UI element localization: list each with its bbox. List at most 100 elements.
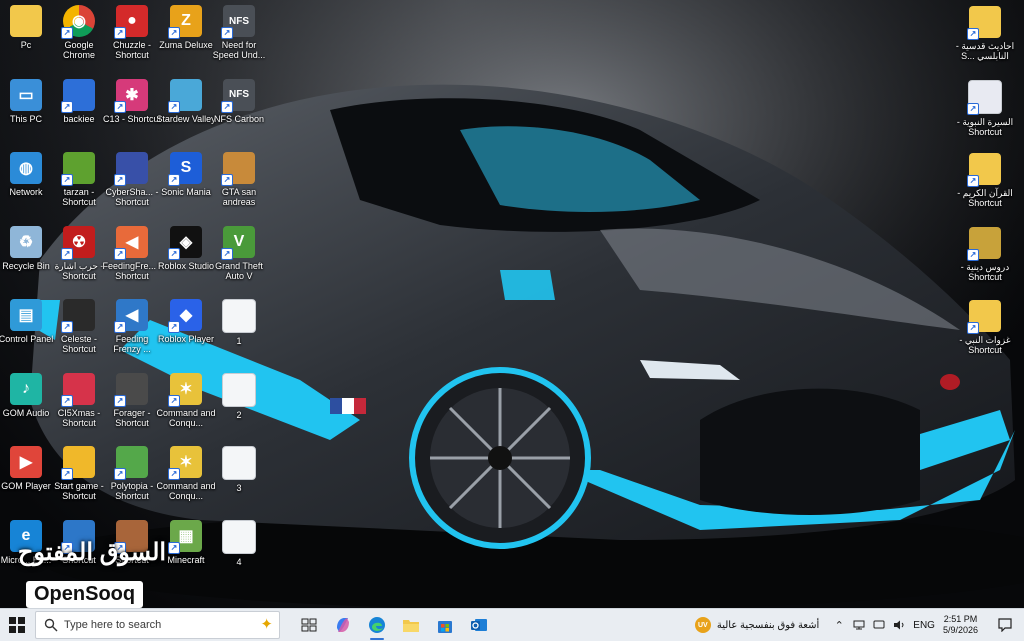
shortcut-arrow-icon: ↗ bbox=[168, 468, 180, 480]
nfs-underground-icon[interactable]: NFS ↗ Need for Speed Und... bbox=[212, 5, 266, 60]
recycle-bin-icon: ♻ bbox=[10, 225, 42, 258]
file-icon bbox=[222, 446, 256, 480]
network-icon[interactable]: ◍ Network bbox=[0, 152, 53, 197]
forager-icon[interactable]: ↗ Forager - Shortcut bbox=[105, 372, 159, 428]
quran-icon[interactable]: ↗ القرآن الكريم - Shortcut bbox=[957, 153, 1013, 208]
monitor-icon: ▭ bbox=[10, 78, 42, 111]
icon-label: CyberSha... - Shortcut bbox=[105, 187, 159, 207]
war-game-icon[interactable]: ☢ ↗ حرب اشارة - Shortcut bbox=[52, 225, 106, 281]
icon-label: Feeding Frenzy ... bbox=[113, 334, 151, 354]
nfs-carbon-icon[interactable]: NFS ↗ NFS Carbon bbox=[212, 78, 266, 124]
outlook-button[interactable] bbox=[462, 609, 496, 641]
start-button[interactable] bbox=[0, 609, 34, 641]
feeding-frenzy-1-icon[interactable]: ◀ ↗ FeedingFre... - Shortcut bbox=[102, 225, 162, 281]
language-indicator[interactable]: ENG bbox=[913, 620, 935, 631]
chuzzle-icon[interactable]: ● ↗ Chuzzle - Shortcut bbox=[105, 5, 159, 60]
feeding-frenzy-2-icon[interactable]: ◀ ↗ Feeding Frenzy ... bbox=[105, 299, 159, 354]
fish2-icon: ◀ ↗ bbox=[114, 299, 148, 333]
tarzan-icon[interactable]: ↗ tarzan - Shortcut bbox=[52, 152, 106, 207]
pc-icon[interactable]: Pc bbox=[0, 5, 53, 50]
shortcut-arrow-icon: ↗ bbox=[61, 100, 73, 113]
gom-player-icon[interactable]: ▶ GOM Player bbox=[0, 446, 53, 491]
shortcut-arrow-icon: ↗ bbox=[221, 27, 233, 39]
seerah-icon[interactable]: ↗ السيرة النبوية - Shortcut bbox=[957, 79, 1013, 137]
shortcut-arrow-icon: ↗ bbox=[168, 321, 180, 333]
chevron-up-icon[interactable]: ⌃ bbox=[831, 617, 847, 633]
icon-label: NFS Carbon bbox=[213, 113, 265, 124]
copilot-button[interactable] bbox=[326, 609, 360, 641]
shortcut-arrow-icon: ↗ bbox=[221, 247, 233, 260]
search-placeholder: Type here to search bbox=[64, 619, 162, 631]
google-chrome-icon[interactable]: ◉ ↗ Google Chrome bbox=[52, 5, 106, 60]
chrome-icon: ◉ ↗ bbox=[61, 5, 95, 39]
sonic-mania-icon[interactable]: S ↗ Sonic Mania bbox=[159, 152, 213, 197]
network-tray-icon[interactable] bbox=[851, 617, 867, 633]
command-conquer-1-icon[interactable]: ✶ ↗ Command and Conqu... bbox=[156, 372, 216, 428]
file-1-icon[interactable]: 1 bbox=[212, 299, 266, 346]
icon-label: 4 bbox=[236, 556, 242, 567]
task-view-button[interactable] bbox=[292, 609, 326, 641]
ci5xmas-icon[interactable]: ↗ CI5Xmas - Shortcut bbox=[52, 372, 106, 428]
gta-v-icon: V ↗ bbox=[221, 225, 255, 260]
search-highlight-icon[interactable]: ✦ bbox=[260, 615, 273, 633]
c13-icon[interactable]: ✱ ↗ C13 - Shortcut bbox=[103, 78, 161, 124]
shortcut-arrow-icon: ↗ bbox=[168, 394, 180, 407]
clock[interactable]: 2:51 PM 5/9/2026 bbox=[943, 614, 978, 636]
clock-time: 2:51 PM bbox=[943, 614, 978, 624]
tarzan-icon: ↗ bbox=[61, 152, 95, 186]
icon-label: 2 bbox=[236, 409, 242, 420]
battles-icon[interactable]: ↗ غزوات النبي - Shortcut bbox=[958, 300, 1012, 355]
file-2-icon[interactable]: 2 bbox=[212, 372, 266, 420]
notification-button[interactable] bbox=[992, 618, 1018, 632]
icon-label: Polytopia - Shortcut bbox=[110, 481, 154, 501]
stardew-valley-icon[interactable]: ↗ Stardew Valley bbox=[156, 78, 216, 124]
shortcut-arrow-icon: ↗ bbox=[967, 175, 979, 187]
hadith-qudsi-icon[interactable]: ↗ احاديث قدسية - النابلسي ...S bbox=[956, 6, 1014, 61]
folder-dark-icon: ↗ bbox=[967, 226, 1001, 261]
gta-v-icon[interactable]: V ↗ Grand Theft Auto V bbox=[212, 225, 266, 281]
zuma-deluxe-icon[interactable]: Z ↗ Zuma Deluxe bbox=[159, 5, 213, 50]
recycle-bin-icon[interactable]: ♻ Recycle Bin bbox=[0, 225, 53, 271]
shortcut-arrow-icon: ↗ bbox=[114, 174, 126, 186]
nfs-icon: NFS ↗ bbox=[221, 78, 255, 113]
weather-widget[interactable]: UV أشعة فوق بنفسجية عالية bbox=[694, 617, 819, 633]
celeste-icon[interactable]: ↗ Celeste - Shortcut bbox=[52, 299, 106, 354]
shortcut-arrow-icon: ↗ bbox=[221, 174, 233, 186]
lessons-icon[interactable]: ↗ دروس دينية - Shortcut bbox=[958, 226, 1012, 282]
gom-audio-icon[interactable]: ♪ GOM Audio bbox=[0, 372, 53, 418]
file-4-icon[interactable]: 4 bbox=[212, 519, 266, 567]
radiation-icon: ☢ ↗ bbox=[61, 225, 95, 260]
roblox-player-icon: ◆ ↗ bbox=[168, 299, 202, 333]
icon-label: Need for Speed Und... bbox=[212, 40, 266, 60]
shortcut-arrow-icon: ↗ bbox=[168, 247, 180, 260]
backiee-icon[interactable]: ↗ backiee bbox=[52, 78, 106, 124]
file-icon bbox=[222, 299, 256, 333]
polytopia-icon[interactable]: ↗ Polytopia - Shortcut bbox=[105, 446, 159, 501]
folder-icon: ↗ bbox=[967, 6, 1001, 40]
shortcut-arrow-icon: ↗ bbox=[967, 248, 979, 261]
display-tray-icon[interactable] bbox=[871, 617, 887, 633]
this-pc-icon[interactable]: ▭ This PC bbox=[0, 78, 53, 124]
gta-san-andreas-icon[interactable]: ↗ GTA san andreas bbox=[212, 152, 266, 207]
edge-icon bbox=[369, 617, 385, 633]
gta-sa-icon: ↗ bbox=[221, 152, 255, 186]
taskbar-search-box[interactable]: Type here to search ✦ bbox=[35, 611, 280, 639]
control-panel-icon[interactable]: ▤ Control Panel bbox=[0, 299, 53, 344]
icon-label: القرآن الكريم - Shortcut bbox=[957, 188, 1013, 208]
file-explorer-button[interactable] bbox=[394, 609, 428, 641]
start-game-icon[interactable]: ↗ Start game - Shortcut bbox=[52, 446, 106, 501]
shortcut-arrow-icon: ↗ bbox=[168, 174, 180, 186]
file-icon bbox=[222, 519, 256, 554]
cybershark-icon[interactable]: ↗ CyberSha... - Shortcut bbox=[105, 152, 159, 207]
edge-taskbar-button[interactable] bbox=[360, 609, 394, 641]
start-game-icon: ↗ bbox=[61, 446, 95, 480]
shortcut-arrow-icon: ↗ bbox=[114, 321, 126, 333]
volume-icon[interactable] bbox=[891, 617, 907, 633]
microsoft-store-button[interactable] bbox=[428, 609, 462, 641]
gom-player-icon: ▶ bbox=[10, 446, 42, 478]
file-3-icon[interactable]: 3 bbox=[212, 446, 266, 493]
command-conquer-2-icon[interactable]: ✶ ↗ Command and Conqu... bbox=[156, 446, 216, 501]
watermark-arabic: السوق المفتوح bbox=[17, 539, 167, 566]
roblox-player-icon[interactable]: ◆ ↗ Roblox Player bbox=[158, 299, 214, 344]
roblox-studio-icon[interactable]: ◈ ↗ Roblox Studio bbox=[158, 225, 214, 271]
